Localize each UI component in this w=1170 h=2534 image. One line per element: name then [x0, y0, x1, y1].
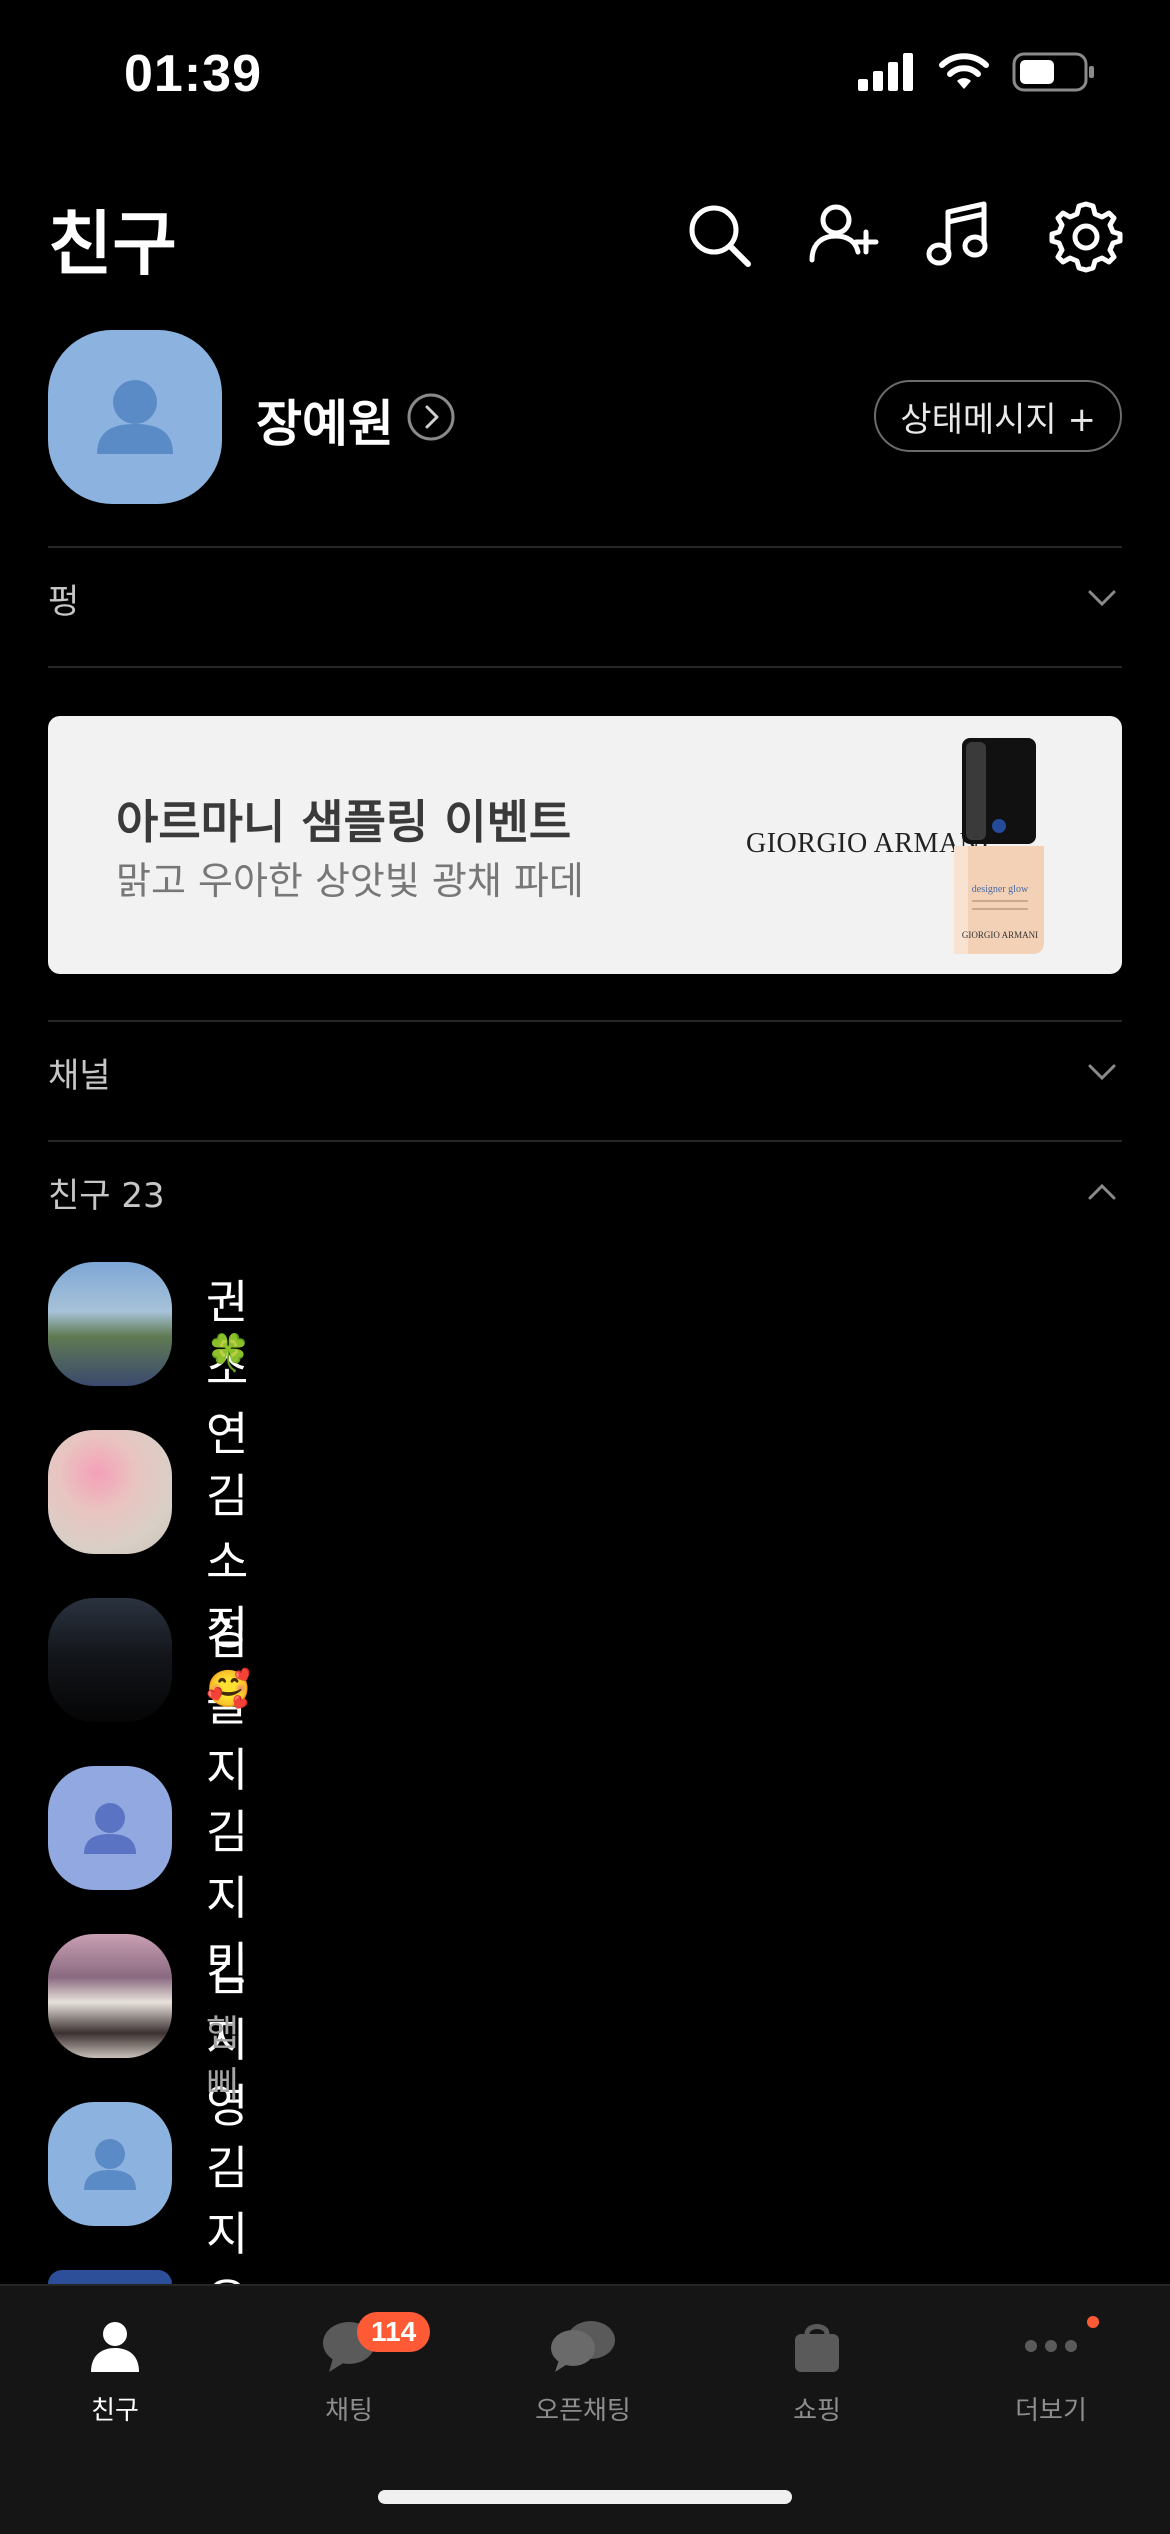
default-person-icon — [84, 2139, 136, 2190]
friend-avatar — [48, 1766, 172, 1890]
settings-icon[interactable] — [1046, 196, 1126, 276]
tab-friends[interactable]: 친구 — [25, 2306, 205, 2427]
add-friend-icon[interactable] — [804, 196, 884, 276]
status-icons — [858, 52, 1096, 92]
tab-shopping-label: 쇼핑 — [793, 2396, 841, 2426]
music-icon[interactable] — [922, 196, 1002, 276]
home-indicator — [378, 2490, 792, 2504]
chevron-up-icon — [1088, 1183, 1116, 1200]
tab-chat-label: 채팅 — [325, 2396, 373, 2426]
section-channel-label: 채널 — [48, 1055, 111, 1096]
banner-title: 아르마니 샘플링 이벤트 — [116, 795, 572, 849]
tab-openchat-label: 오픈채팅 — [535, 2396, 631, 2426]
friend-avatar — [48, 1598, 172, 1722]
friend-avatar — [48, 1430, 172, 1554]
person-icon — [91, 2322, 139, 2372]
friend-avatar-partial — [48, 2270, 172, 2284]
section-friends[interactable]: 친구 23 — [48, 1132, 1122, 1252]
wifi-icon — [939, 53, 989, 89]
unread-badge: 114 — [357, 2312, 431, 2352]
tab-more-label: 더보기 — [1015, 2396, 1087, 2426]
my-profile-avatar[interactable] — [48, 330, 222, 504]
ad-banner[interactable]: 아르마니 샘플링 이벤트 맑고 우아한 상앗빛 광채 파데 GIORGIO AR… — [48, 716, 1122, 974]
status-message-button[interactable]: 상태메시지 + — [874, 380, 1122, 452]
tab-openchat[interactable]: 오픈채팅 — [493, 2306, 673, 2427]
svg-text:GIORGIO ARMANI: GIORGIO ARMANI — [962, 930, 1038, 940]
section-pung[interactable]: 펑 — [48, 538, 1122, 658]
page-title: 친구 — [48, 203, 177, 285]
svg-text:designer glow: designer glow — [972, 884, 1029, 895]
friend-avatar — [48, 2102, 172, 2226]
status-message-label: 상태메시지 + — [900, 399, 1096, 440]
default-person-icon — [84, 1803, 136, 1854]
battery-icon — [1012, 52, 1094, 92]
section-friends-label: 친구 23 — [48, 1175, 165, 1216]
friend-status: 햅삐 — [206, 2013, 240, 2106]
banner-subtitle: 맑고 우아한 상앗빛 광채 파데 — [116, 859, 584, 903]
chevron-right-icon[interactable] — [406, 392, 456, 442]
open-chat-icon — [551, 2321, 615, 2372]
tab-more[interactable]: 더보기 — [961, 2306, 1141, 2427]
divider — [48, 666, 1122, 668]
chevron-down-icon — [1088, 1064, 1116, 1081]
notification-dot — [1087, 2316, 1099, 2328]
cellular-signal-icon — [858, 53, 913, 91]
search-icon[interactable] — [680, 196, 760, 276]
more-dots-icon — [1025, 2340, 1077, 2352]
tab-shopping[interactable]: 쇼핑 — [727, 2306, 907, 2427]
default-person-icon — [97, 380, 173, 454]
status-time: 01:39 — [124, 45, 262, 103]
friend-status: 🍀 — [206, 1333, 251, 1374]
section-pung-label: 펑 — [48, 581, 80, 622]
tab-chat[interactable]: 채팅 114 — [259, 2306, 439, 2427]
chevron-down-icon — [1088, 590, 1116, 607]
shopping-bag-icon — [795, 2324, 839, 2372]
foundation-bottle-image: designer glow GIORGIO ARMANI — [954, 738, 1044, 954]
friend-status: 🥰 — [206, 1669, 251, 1710]
friend-avatar — [48, 1934, 172, 2058]
my-profile-name[interactable]: 장예원 — [256, 384, 394, 456]
tab-friends-label: 친구 — [91, 2396, 139, 2426]
friend-avatar — [48, 1262, 172, 1386]
section-channel[interactable]: 채널 — [48, 1012, 1122, 1132]
